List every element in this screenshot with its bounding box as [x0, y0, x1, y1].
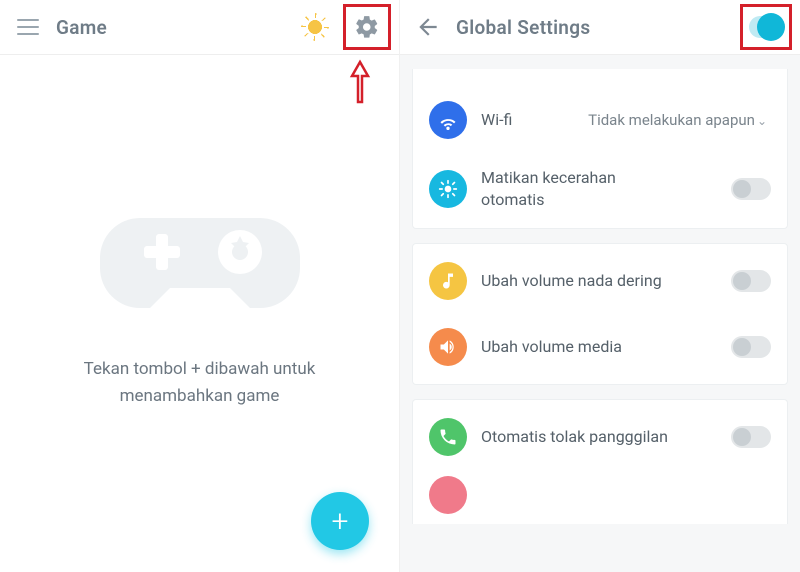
sun-icon	[304, 16, 326, 38]
game-title: Game	[56, 16, 287, 39]
master-toggle[interactable]	[749, 16, 783, 38]
settings-group-calls: Otomatis tolak pangggilan	[412, 399, 788, 524]
weather-button[interactable]	[295, 7, 335, 47]
wifi-label: Wi-fi	[481, 109, 512, 131]
ring-volume-label: Ubah volume nada dering	[481, 270, 662, 292]
brightness-label: Matikan kecerahan otomatis	[481, 167, 661, 210]
gear-icon	[354, 14, 380, 40]
controller-icon	[100, 178, 300, 332]
media-volume-label: Ubah volume media	[481, 336, 622, 358]
highlight-master-toggle	[740, 4, 792, 50]
setting-auto-brightness[interactable]: Matikan kecerahan otomatis	[413, 153, 787, 224]
setting-ring-volume[interactable]: Ubah volume nada dering	[413, 248, 787, 314]
back-button[interactable]	[408, 7, 448, 47]
settings-group-volume: Ubah volume nada dering Ubah volume medi…	[412, 243, 788, 385]
add-game-fab[interactable]: +	[311, 492, 369, 550]
menu-button[interactable]	[8, 7, 48, 47]
settings-group-network: Wi-fi Tidak melakukan apapun⌄ Matikan ke…	[412, 69, 788, 229]
setting-reject-calls[interactable]: Otomatis tolak pangggilan	[413, 404, 787, 470]
phone-icon	[429, 418, 467, 456]
sound-icon	[429, 328, 467, 366]
settings-pane: Global Settings Wi-fi Tidak melakukan ap…	[400, 0, 800, 572]
settings-title: Global Settings	[456, 16, 732, 39]
settings-scroll[interactable]: Wi-fi Tidak melakukan apapun⌄ Matikan ke…	[400, 55, 800, 572]
ring-volume-toggle[interactable]	[731, 270, 771, 292]
empty-text: Tekan tombol + dibawah untuk menambahkan…	[50, 356, 350, 409]
settings-button[interactable]	[348, 9, 386, 45]
wifi-value: Tidak melakukan apapun⌄	[588, 111, 771, 129]
back-arrow-icon	[415, 14, 441, 40]
game-pane: Game Tekan tombol + dibawah untuk menamb…	[0, 0, 400, 572]
brightness-icon	[429, 170, 467, 208]
reject-calls-label: Otomatis tolak pangggilan	[481, 426, 668, 448]
settings-header: Global Settings	[400, 0, 800, 55]
wifi-icon	[429, 101, 467, 139]
highlight-settings	[343, 4, 391, 50]
game-body: Tekan tombol + dibawah untuk menambahkan…	[0, 55, 399, 572]
music-icon	[429, 262, 467, 300]
chevron-down-icon: ⌄	[757, 114, 767, 128]
setting-wifi[interactable]: Wi-fi Tidak melakukan apapun⌄	[413, 87, 787, 153]
settings-body: Wi-fi Tidak melakukan apapun⌄ Matikan ke…	[400, 55, 800, 572]
setting-media-volume[interactable]: Ubah volume media	[413, 314, 787, 380]
brightness-toggle[interactable]	[731, 178, 771, 200]
unknown-icon	[429, 476, 467, 514]
setting-next-partial	[413, 470, 787, 514]
plus-icon: +	[332, 504, 349, 539]
game-header: Game	[0, 0, 399, 55]
hamburger-icon	[17, 19, 39, 35]
reject-calls-toggle[interactable]	[731, 426, 771, 448]
media-volume-toggle[interactable]	[731, 336, 771, 358]
